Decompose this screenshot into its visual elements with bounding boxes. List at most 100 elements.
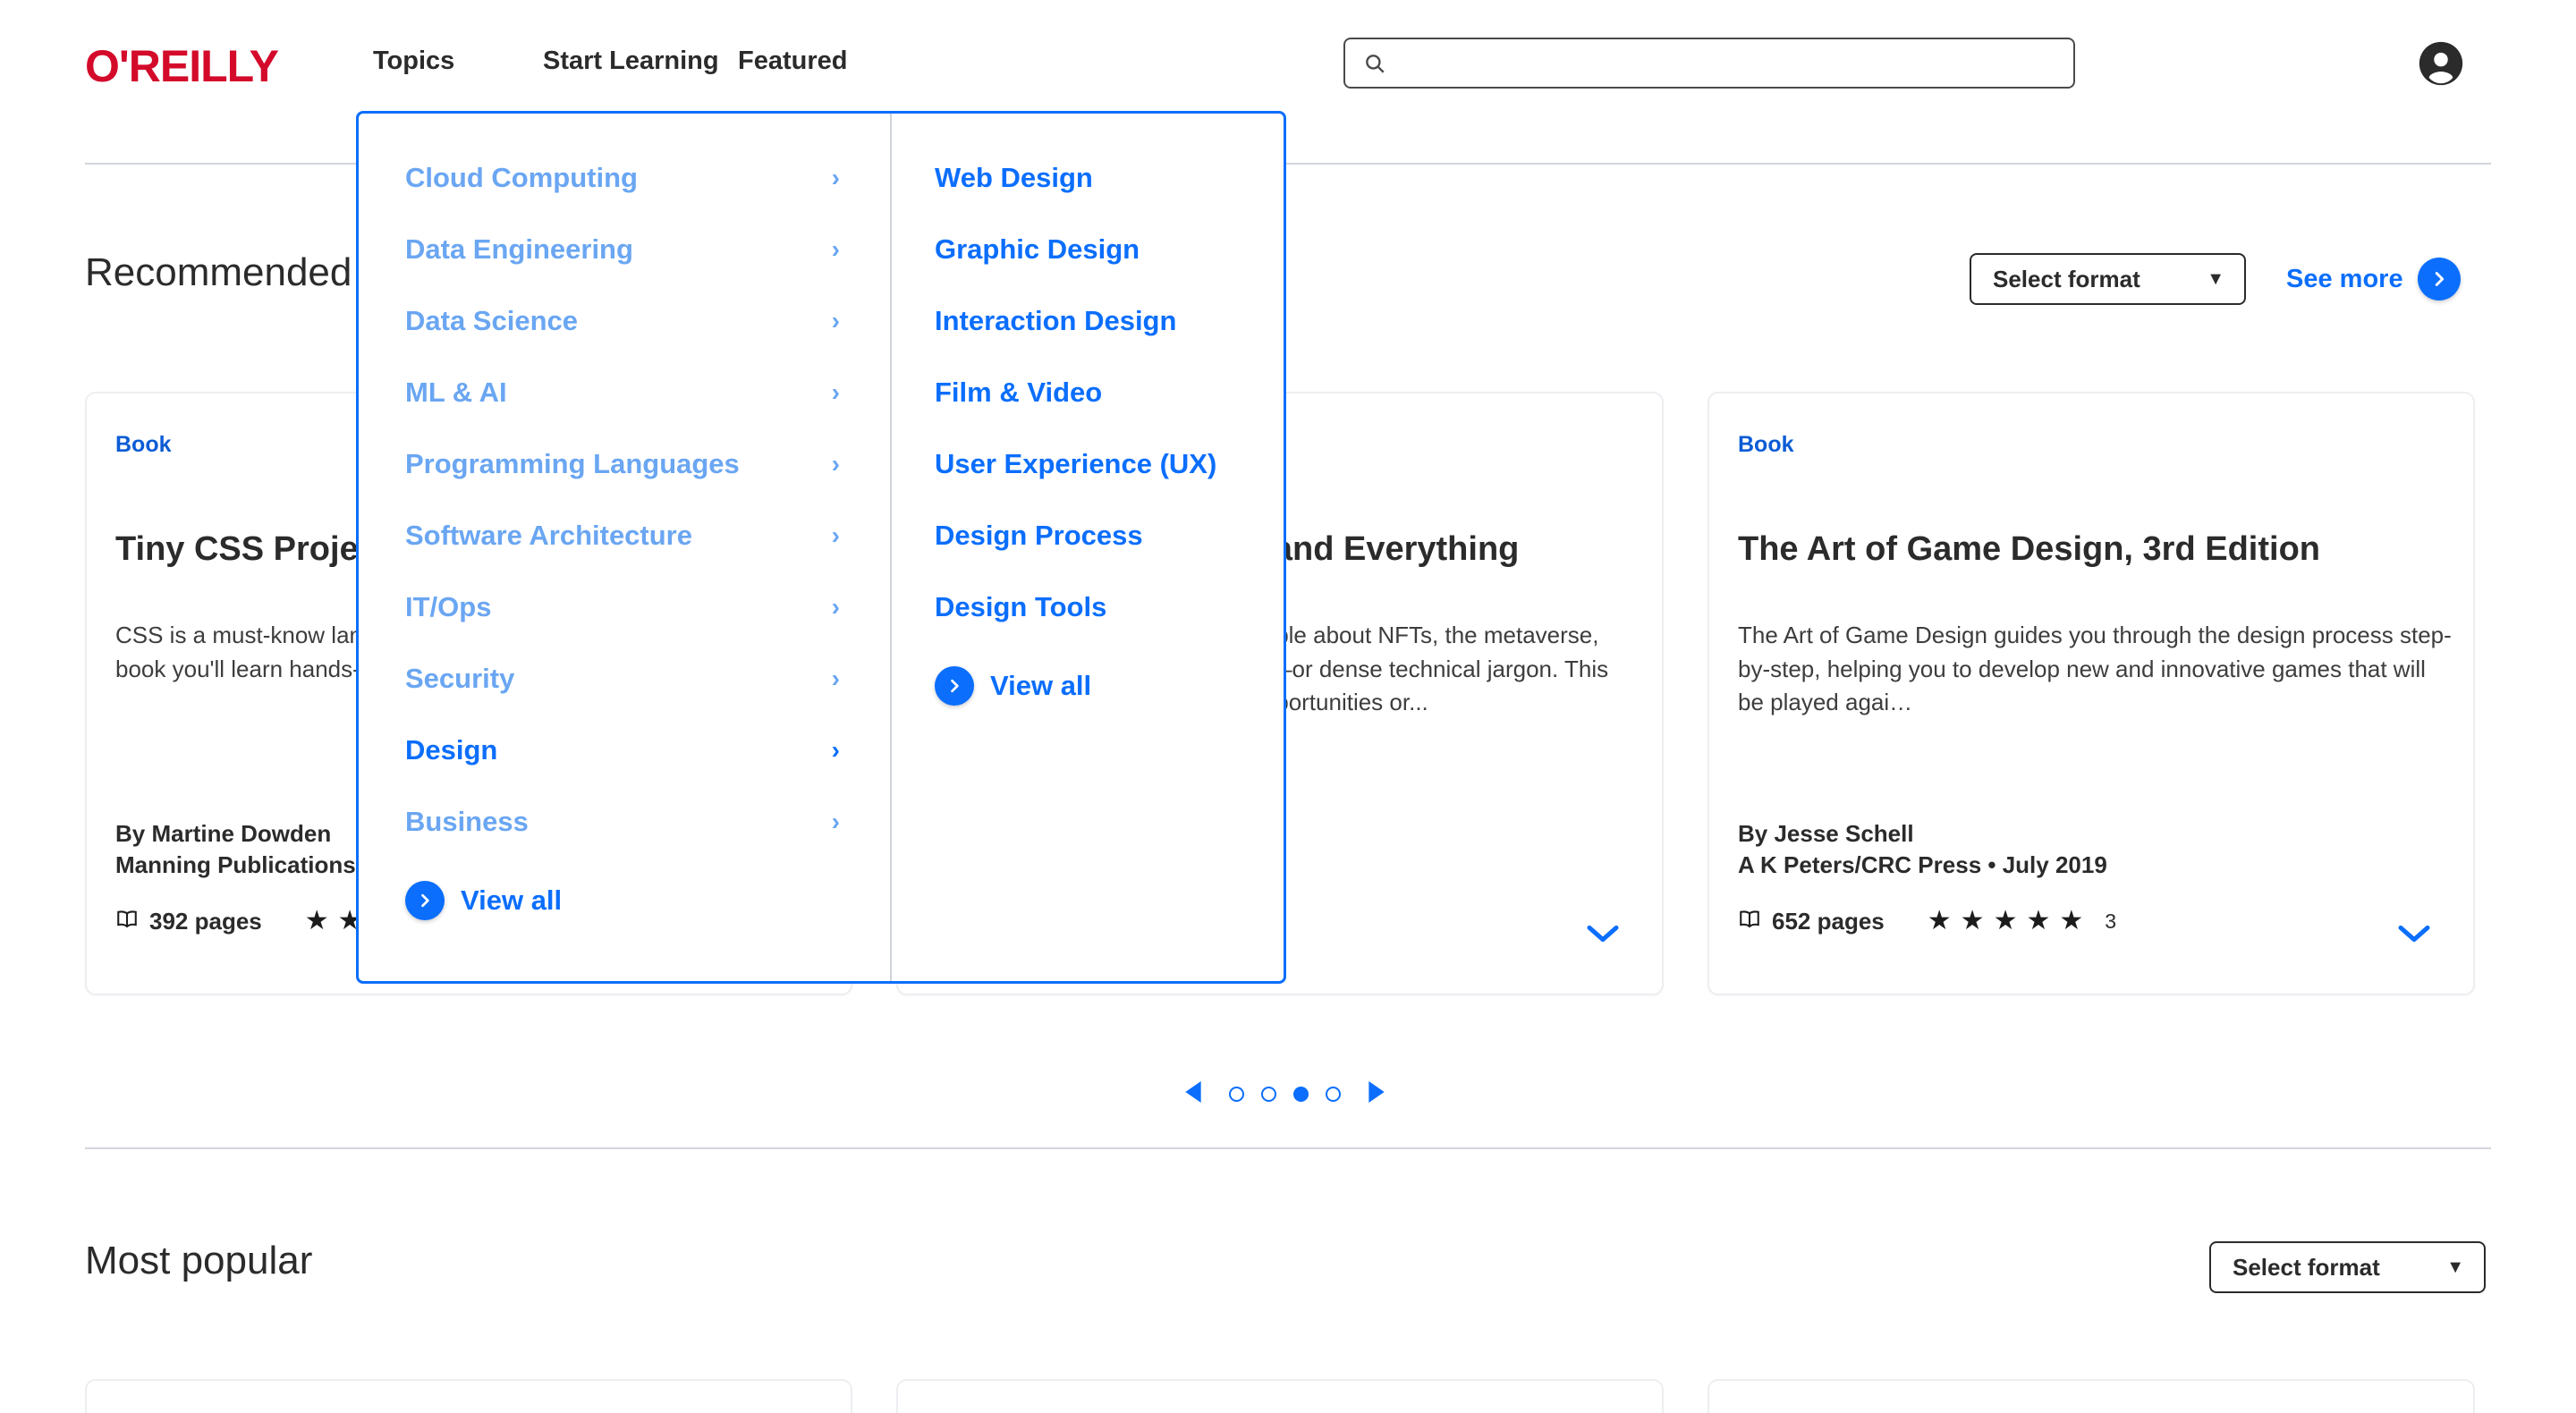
carousel-dot-active[interactable]: [1293, 1087, 1309, 1102]
book-card[interactable]: [1707, 1379, 2475, 1413]
card-author-publisher: By Jesse Schell A K Peters/CRC Press • J…: [1738, 818, 2107, 881]
star-icon: ★: [304, 906, 329, 935]
chevron-right-icon: ›: [831, 164, 840, 191]
select-format-most-popular[interactable]: Select format ▼: [2209, 1241, 2486, 1293]
chevron-right-icon: ›: [831, 378, 840, 406]
book-card[interactable]: [896, 1379, 1664, 1413]
mega-menu-subitem-film-video[interactable]: Film & Video: [892, 357, 1284, 428]
search-input[interactable]: [1395, 39, 2061, 87]
book-card[interactable]: [85, 1379, 852, 1413]
mega-menu-item-label: Business: [405, 806, 529, 837]
mega-menu-subitem-web-design[interactable]: Web Design: [892, 142, 1284, 214]
mega-menu-item-label: Data Engineering: [405, 233, 633, 265]
triangle-left-icon[interactable]: [1181, 1078, 1209, 1111]
mega-menu-subitem-interaction-design[interactable]: Interaction Design: [892, 285, 1284, 357]
mega-menu-item-label: Security: [405, 663, 515, 694]
mega-menu-subitem-label: Interaction Design: [935, 305, 1177, 336]
chevron-right-icon: ›: [831, 307, 840, 334]
mega-menu-item-ml-ai[interactable]: ML & AI ›: [359, 357, 890, 428]
mega-menu-subitem-design-process[interactable]: Design Process: [892, 500, 1284, 571]
carousel-dot[interactable]: [1229, 1087, 1244, 1102]
card-description: The Art of Game Design guides you throug…: [1738, 622, 2452, 716]
card-kind-label: Book: [1738, 432, 1794, 457]
mega-menu-view-all-design[interactable]: View all: [892, 666, 1284, 706]
card-publisher: A K Peters/CRC Press • July 2019: [1738, 851, 2107, 879]
select-format-recommended[interactable]: Select format ▼: [1970, 253, 2246, 305]
star-icon: ★: [1993, 906, 2018, 935]
mega-menu-item-design[interactable]: Design ›: [359, 715, 890, 786]
search-box[interactable]: [1343, 38, 2075, 89]
chevron-down-icon: ▼: [2446, 1257, 2464, 1277]
chevron-right-circle-icon: [405, 881, 445, 920]
select-format-label: Select format: [2233, 1253, 2380, 1281]
section-title-recommended: Recommended: [85, 250, 352, 294]
most-popular-controls: Select format ▼: [2209, 1241, 2486, 1293]
mega-menu-item-software-architecture[interactable]: Software Architecture ›: [359, 500, 890, 571]
section-title-most-popular: Most popular: [85, 1239, 313, 1282]
card-author: By Jesse Schell: [1738, 820, 1914, 847]
chevron-right-circle-icon: [2417, 258, 2461, 300]
see-more-label: See more: [2286, 264, 2403, 293]
search-icon: [1363, 52, 1386, 75]
mega-menu-item-label: IT/Ops: [405, 591, 492, 622]
chevron-right-icon: ›: [831, 736, 840, 764]
site-header: O'REILLY Topics Start Learning Featured: [0, 0, 2576, 128]
account-circle-icon[interactable]: [2415, 38, 2467, 89]
see-more-link[interactable]: See more: [2286, 258, 2461, 300]
mega-menu-subitem-graphic-design[interactable]: Graphic Design: [892, 214, 1284, 285]
mega-menu-subitem-label: Film & Video: [935, 377, 1103, 408]
chevron-down-icon[interactable]: [2396, 923, 2432, 949]
chevron-down-icon[interactable]: [1585, 923, 1621, 949]
mega-menu-view-all-topics[interactable]: View all: [359, 881, 890, 920]
star-icon: ★: [1960, 906, 1985, 935]
mega-menu-item-data-science[interactable]: Data Science ›: [359, 285, 890, 357]
chevron-right-icon: ›: [831, 593, 840, 621]
nav-item-start-learning[interactable]: Start Learning: [543, 47, 738, 76]
star-icon: ★: [2026, 906, 2051, 935]
star-icon: ★: [1927, 906, 1952, 935]
select-format-label: Select format: [1993, 265, 2140, 292]
book-icon: [1738, 908, 1761, 935]
nav-item-topics[interactable]: Topics: [373, 47, 543, 76]
mega-menu-item-label: Programming Languages: [405, 448, 740, 479]
mega-menu-item-business[interactable]: Business ›: [359, 786, 890, 858]
chevron-right-icon: ›: [831, 664, 840, 692]
mega-menu-subitem-label: Web Design: [935, 162, 1093, 193]
mega-menu-subitem-design-tools[interactable]: Design Tools: [892, 571, 1284, 643]
topics-mega-menu: Cloud Computing › Data Engineering › Dat…: [356, 111, 1286, 984]
card-title: The Art of Game Design, 3rd Edition: [1738, 530, 2320, 568]
card-pages: 392 pages: [115, 908, 262, 935]
triangle-right-icon[interactable]: [1360, 1078, 1389, 1111]
mega-menu-item-security[interactable]: Security ›: [359, 643, 890, 715]
mega-menu-item-it-ops[interactable]: IT/Ops ›: [359, 571, 890, 643]
mega-menu-item-label: Software Architecture: [405, 520, 692, 551]
nav-item-featured[interactable]: Featured: [738, 47, 881, 76]
mega-menu-item-label: Design: [405, 734, 498, 766]
carousel-dot[interactable]: [1326, 1087, 1341, 1102]
mega-menu-item-data-engineering[interactable]: Data Engineering ›: [359, 214, 890, 285]
chevron-right-icon: ›: [831, 521, 840, 549]
mega-menu-subitem-label: User Experience (UX): [935, 448, 1217, 479]
recommended-controls: Select format ▼ See more: [1970, 253, 2461, 305]
card-rating-count: 3: [2105, 909, 2117, 933]
mega-menu-subitem-user-experience-ux[interactable]: User Experience (UX): [892, 428, 1284, 500]
mega-menu-subitem-label: Design Tools: [935, 591, 1107, 622]
view-all-label: View all: [461, 884, 563, 916]
mega-menu-item-label: ML & AI: [405, 377, 507, 408]
card-pages-label: 392 pages: [149, 907, 262, 935]
mega-menu-right-column: Web Design Graphic Design Interaction De…: [892, 114, 1284, 981]
mega-menu-item-cloud-computing[interactable]: Cloud Computing ›: [359, 142, 890, 214]
book-card[interactable]: Book The Art of Game Design, 3rd Edition…: [1707, 392, 2475, 995]
mega-menu-left-column: Cloud Computing › Data Engineering › Dat…: [359, 114, 892, 981]
primary-nav: Topics Start Learning Featured: [373, 47, 881, 76]
mega-menu-subitem-label: Graphic Design: [935, 233, 1140, 265]
mega-menu-item-label: Cloud Computing: [405, 162, 638, 193]
carousel-dots: [1229, 1087, 1341, 1102]
card-kind-label: Book: [115, 432, 172, 457]
oreilly-logo[interactable]: O'REILLY: [85, 40, 279, 92]
card-pages-label: 652 pages: [1772, 907, 1885, 935]
chevron-right-icon: ›: [831, 450, 840, 478]
carousel-dot[interactable]: [1261, 1087, 1276, 1102]
mega-menu-item-programming-languages[interactable]: Programming Languages ›: [359, 428, 890, 500]
chevron-right-icon: ›: [831, 235, 840, 263]
